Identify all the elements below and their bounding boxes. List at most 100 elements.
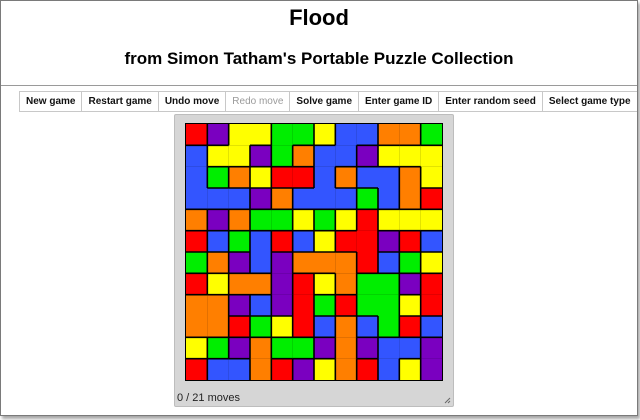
menu-enter-random-seed-button[interactable]: Enter random seed	[439, 92, 543, 111]
board-cell-1-2[interactable]	[228, 145, 250, 167]
board-cell-11-3[interactable]	[250, 358, 272, 380]
board-cell-9-2[interactable]	[228, 316, 250, 338]
board-cell-0-9[interactable]	[378, 124, 400, 146]
board-cell-4-10[interactable]	[399, 209, 421, 231]
board-cell-0-11[interactable]	[420, 124, 442, 146]
board-cell-5-10[interactable]	[399, 230, 421, 252]
board-cell-11-5[interactable]	[292, 358, 314, 380]
board-cell-7-2[interactable]	[228, 273, 250, 295]
board-cell-6-2[interactable]	[228, 252, 250, 274]
board-cell-10-7[interactable]	[335, 337, 357, 359]
board-cell-6-10[interactable]	[399, 252, 421, 274]
board-cell-1-1[interactable]	[207, 145, 229, 167]
menu-redo-move-button[interactable]: Redo move	[226, 92, 291, 111]
board-cell-8-8[interactable]	[356, 294, 378, 316]
board-cell-6-5[interactable]	[292, 252, 314, 274]
board-cell-3-3[interactable]	[250, 188, 272, 210]
board-cell-2-6[interactable]	[314, 166, 336, 188]
board-cell-9-9[interactable]	[378, 316, 400, 338]
board-cell-3-1[interactable]	[207, 188, 229, 210]
board-cell-5-4[interactable]	[271, 230, 293, 252]
board-cell-11-4[interactable]	[271, 358, 293, 380]
board-cell-0-6[interactable]	[314, 124, 336, 146]
board-cell-10-5[interactable]	[292, 337, 314, 359]
board-cell-4-8[interactable]	[356, 209, 378, 231]
board-cell-10-9[interactable]	[378, 337, 400, 359]
board-cell-9-0[interactable]	[186, 316, 208, 338]
board-cell-9-5[interactable]	[292, 316, 314, 338]
board-cell-6-9[interactable]	[378, 252, 400, 274]
board-cell-7-8[interactable]	[356, 273, 378, 295]
board-cell-9-4[interactable]	[271, 316, 293, 338]
board-cell-4-2[interactable]	[228, 209, 250, 231]
board-cell-7-9[interactable]	[378, 273, 400, 295]
menu-enter-game-id-button[interactable]: Enter game ID	[359, 92, 440, 111]
board-cell-7-6[interactable]	[314, 273, 336, 295]
board-cell-9-7[interactable]	[335, 316, 357, 338]
board-cell-4-5[interactable]	[292, 209, 314, 231]
board-cell-3-10[interactable]	[399, 188, 421, 210]
board-cell-3-8[interactable]	[356, 188, 378, 210]
board-cell-2-4[interactable]	[271, 166, 293, 188]
board-cell-3-0[interactable]	[186, 188, 208, 210]
board-cell-8-7[interactable]	[335, 294, 357, 316]
board-cell-2-0[interactable]	[186, 166, 208, 188]
board-cell-0-8[interactable]	[356, 124, 378, 146]
board-cell-8-5[interactable]	[292, 294, 314, 316]
board-cell-11-2[interactable]	[228, 358, 250, 380]
board-cell-3-6[interactable]	[314, 188, 336, 210]
board-cell-6-3[interactable]	[250, 252, 272, 274]
board-cell-7-0[interactable]	[186, 273, 208, 295]
board-cell-2-3[interactable]	[250, 166, 272, 188]
board-cell-1-0[interactable]	[186, 145, 208, 167]
board-cell-2-1[interactable]	[207, 166, 229, 188]
board-cell-8-2[interactable]	[228, 294, 250, 316]
board-cell-2-7[interactable]	[335, 166, 357, 188]
board-cell-6-8[interactable]	[356, 252, 378, 274]
board-cell-0-3[interactable]	[250, 124, 272, 146]
board-cell-6-7[interactable]	[335, 252, 357, 274]
board-cell-1-5[interactable]	[292, 145, 314, 167]
board-cell-11-8[interactable]	[356, 358, 378, 380]
board-cell-1-8[interactable]	[356, 145, 378, 167]
board-cell-5-11[interactable]	[420, 230, 442, 252]
menu-select-game-type-button[interactable]: Select game type	[543, 92, 637, 111]
menu-new-game-button[interactable]: New game	[20, 92, 83, 111]
board-cell-7-4[interactable]	[271, 273, 293, 295]
board-cell-1-11[interactable]	[420, 145, 442, 167]
board-cell-4-3[interactable]	[250, 209, 272, 231]
board-cell-9-3[interactable]	[250, 316, 272, 338]
board-cell-4-9[interactable]	[378, 209, 400, 231]
board-cell-4-4[interactable]	[271, 209, 293, 231]
board-cell-5-3[interactable]	[250, 230, 272, 252]
board-cell-8-3[interactable]	[250, 294, 272, 316]
board-cell-10-2[interactable]	[228, 337, 250, 359]
board-cell-7-11[interactable]	[420, 273, 442, 295]
board-cell-5-8[interactable]	[356, 230, 378, 252]
board-cell-11-10[interactable]	[399, 358, 421, 380]
board-cell-7-7[interactable]	[335, 273, 357, 295]
board-cell-4-1[interactable]	[207, 209, 229, 231]
board-cell-2-11[interactable]	[420, 166, 442, 188]
board-cell-10-3[interactable]	[250, 337, 272, 359]
board-cell-9-1[interactable]	[207, 316, 229, 338]
board-cell-0-1[interactable]	[207, 124, 229, 146]
board-cell-10-6[interactable]	[314, 337, 336, 359]
board-cell-0-5[interactable]	[292, 124, 314, 146]
menu-solve-game-button[interactable]: Solve game	[290, 92, 360, 111]
board-cell-9-10[interactable]	[399, 316, 421, 338]
board-cell-4-7[interactable]	[335, 209, 357, 231]
board-cell-3-5[interactable]	[292, 188, 314, 210]
board-cell-3-4[interactable]	[271, 188, 293, 210]
board-cell-10-4[interactable]	[271, 337, 293, 359]
board-cell-9-6[interactable]	[314, 316, 336, 338]
board-cell-7-3[interactable]	[250, 273, 272, 295]
board-cell-1-6[interactable]	[314, 145, 336, 167]
board-cell-6-11[interactable]	[420, 252, 442, 274]
board-cell-10-11[interactable]	[420, 337, 442, 359]
board-cell-0-10[interactable]	[399, 124, 421, 146]
board-cell-7-1[interactable]	[207, 273, 229, 295]
flood-board[interactable]	[185, 123, 443, 381]
board-cell-2-2[interactable]	[228, 166, 250, 188]
board-cell-11-11[interactable]	[420, 358, 442, 380]
